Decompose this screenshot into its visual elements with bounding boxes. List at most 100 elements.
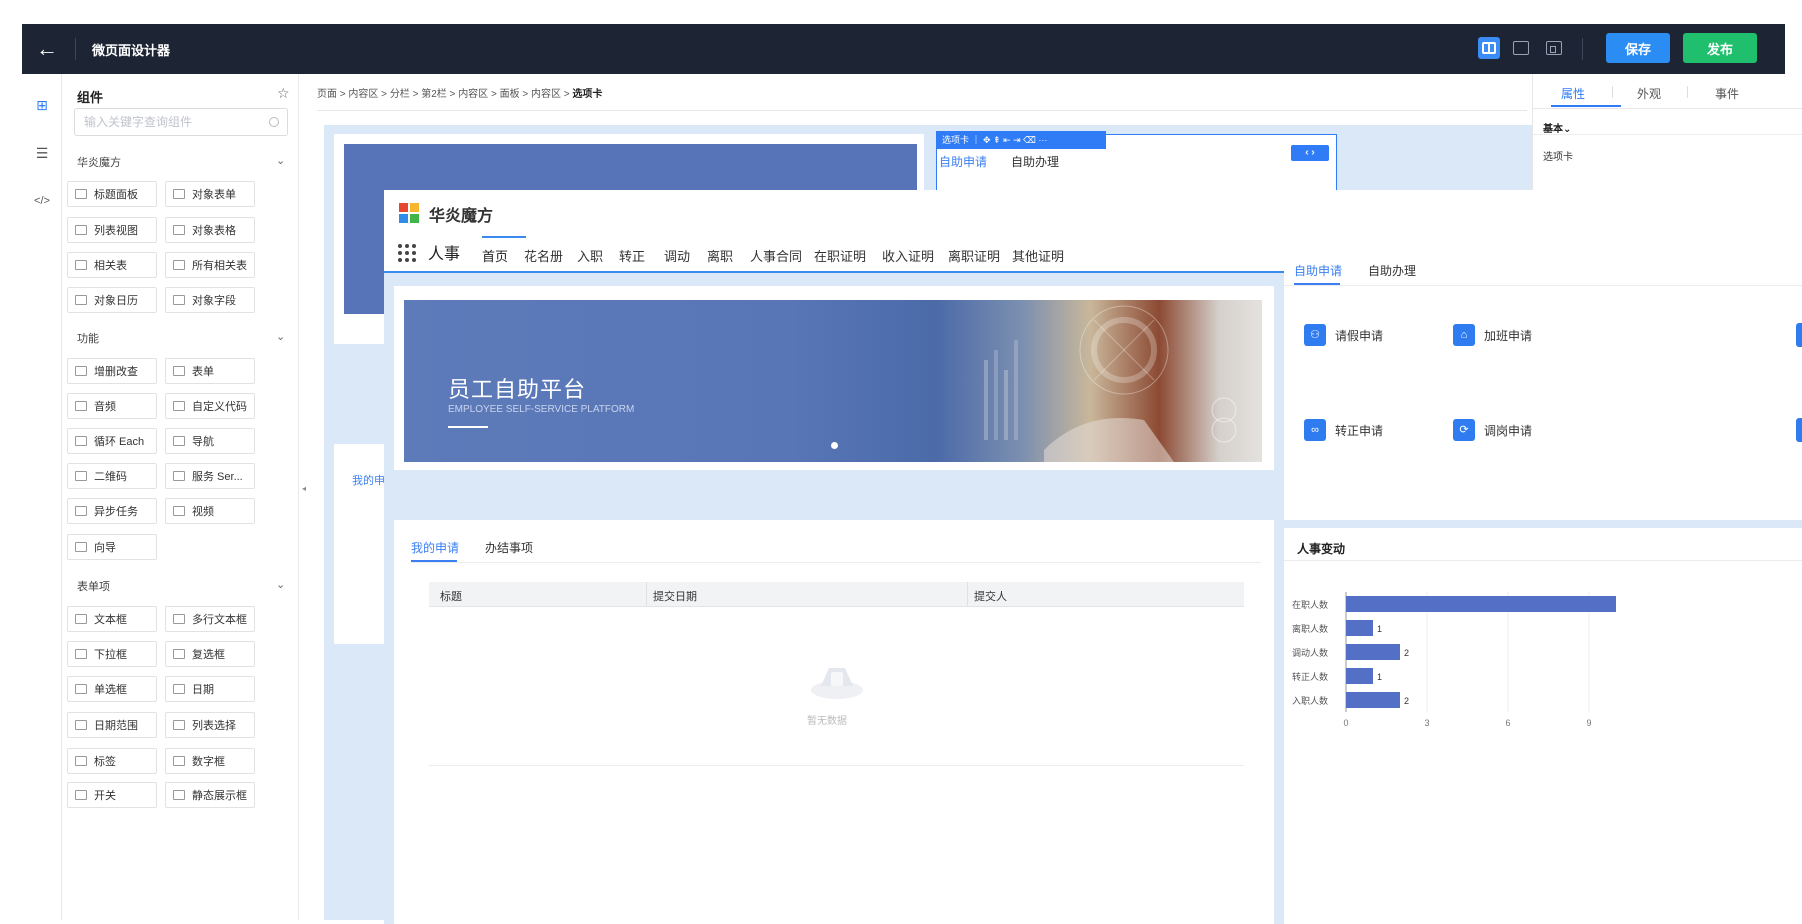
component-item[interactable]: 文本框 [67,606,157,632]
nav-item[interactable]: 人事合同 [750,246,802,265]
breadcrumb-item[interactable]: 内容区 [531,89,561,100]
search-input[interactable] [75,109,265,135]
component-item[interactable]: 标签 [67,748,157,774]
partial-item-icon[interactable] [1796,418,1802,442]
app-grid-icon[interactable] [398,244,416,262]
breadcrumb-item[interactable]: 页面 [317,89,337,100]
layout-split-icon[interactable] [1478,37,1500,59]
brand-logo-icon [399,203,419,223]
breadcrumb-item[interactable]: 选项卡 [572,89,602,100]
nav-item[interactable]: 在职证明 [814,246,866,265]
tab-self-handle[interactable]: 自助办理 [1011,153,1059,170]
chevron-down-icon[interactable]: ⌄ [276,578,285,591]
component-item[interactable]: 标题面板 [67,181,157,207]
tab-completed[interactable]: 办结事项 [485,539,533,556]
layout-mobile-icon[interactable] [1543,37,1565,59]
breadcrumb-item[interactable]: 内容区 [348,89,378,100]
breadcrumb-item[interactable]: 分栏 [390,89,410,100]
tab-self-handle[interactable]: 自助办理 [1368,262,1416,279]
nav-item[interactable]: 调动 [664,246,690,265]
pin-icon[interactable]: ☆ [277,85,290,102]
carousel-dot[interactable] [831,442,838,449]
group-title[interactable]: 表单项 [77,578,110,594]
nav-item[interactable]: 收入证明 [882,246,934,265]
breadcrumb-item[interactable]: 第2栏 [421,89,447,100]
components-icon[interactable]: ⊞ [33,96,51,114]
regular-apply-link[interactable]: ∞ 转正申请 [1304,418,1383,442]
tab-scroll-arrows[interactable]: ‹ › [1291,145,1329,161]
section-basic[interactable]: 基本⌄ [1543,120,1571,135]
component-item[interactable]: 增删改查 [67,358,157,384]
component-item[interactable]: 向导 [67,534,157,560]
layout-desktop-icon[interactable] [1510,37,1532,59]
component-item[interactable]: 异步任务 [67,498,157,524]
component-item[interactable]: 日期 [165,676,255,702]
publish-button[interactable]: 发布 [1683,33,1757,63]
component-item[interactable]: 对象表格 [165,217,255,243]
component-search[interactable] [74,108,288,136]
component-item[interactable]: 下拉框 [67,641,157,667]
nav-item[interactable]: 其他证明 [1012,246,1064,265]
component-icon [173,684,185,694]
component-item[interactable]: 所有相关表 [165,252,255,278]
component-item[interactable]: 循环 Each [67,428,157,454]
component-item[interactable]: 视频 [165,498,255,524]
component-item[interactable]: 服务 Ser... [165,463,255,489]
chevron-down-icon[interactable]: ⌄ [276,330,285,343]
component-item[interactable]: 导航 [165,428,255,454]
arrow-left-icon[interactable]: ← [36,36,58,62]
tab-appearance[interactable]: 外观 [1637,85,1661,102]
component-label: 列表选择 [192,720,236,732]
component-item[interactable]: 音频 [67,393,157,419]
column-date[interactable]: 提交日期 [653,588,697,604]
component-item[interactable]: 单选框 [67,676,157,702]
component-item[interactable]: 开关 [67,782,157,808]
banner-title: 员工自助平台 [448,377,587,402]
component-icon [75,471,87,481]
tab-events[interactable]: 事件 [1715,85,1739,102]
tab-properties[interactable]: 属性 [1561,85,1585,102]
column-submitter[interactable]: 提交人 [974,588,1007,604]
nav-item[interactable]: 入职 [577,246,603,265]
rings-icon: ∞ [1304,419,1326,441]
component-item[interactable]: 日期范围 [67,712,157,738]
component-item[interactable]: 数字框 [165,748,255,774]
breadcrumb-item[interactable]: 面板 [500,89,520,100]
outline-icon[interactable]: ☰ [33,144,51,162]
component-item[interactable]: 列表选择 [165,712,255,738]
breadcrumb-item[interactable]: 内容区 [458,89,488,100]
column-title[interactable]: 标题 [440,588,462,604]
tab-my-requests[interactable]: 我的申请 [411,539,459,556]
component-item[interactable]: 相关表 [67,252,157,278]
component-item[interactable]: 表单 [165,358,255,384]
nav-item[interactable]: 离职 [707,246,733,265]
nav-item[interactable]: 离职证明 [948,246,1000,265]
overtime-apply-link[interactable]: ⌂ 加班申请 [1453,323,1532,347]
component-item[interactable]: 列表视图 [67,217,157,243]
partial-item-icon[interactable] [1796,323,1802,347]
component-label: 导航 [192,436,214,448]
component-item[interactable]: 对象字段 [165,287,255,313]
component-item[interactable]: 静态展示框 [165,782,255,808]
component-item[interactable]: 二维码 [67,463,157,489]
nav-item[interactable]: 花名册 [524,246,563,265]
tab-self-apply[interactable]: 自助申请 [939,153,987,170]
component-item[interactable]: 对象日历 [67,287,157,313]
leave-apply-link[interactable]: ⚇ 请假申请 [1304,323,1383,347]
chevron-down-icon[interactable]: ⌄ [276,154,285,167]
transfer-apply-link[interactable]: ⟳ 调岗申请 [1453,418,1532,442]
component-item[interactable]: 对象表单 [165,181,255,207]
save-button[interactable]: 保存 [1606,33,1670,63]
group-title[interactable]: 功能 [77,330,99,346]
nav-item[interactable]: 首页 [482,246,508,265]
component-item[interactable]: 复选框 [165,641,255,667]
code-icon[interactable]: </> [33,192,51,210]
component-item[interactable]: 自定义代码 [165,393,255,419]
nav-item[interactable]: 转正 [619,246,645,265]
tab-self-apply[interactable]: 自助申请 [1294,262,1342,279]
x-tick-label: 0 [1343,718,1348,728]
component-item[interactable]: 多行文本框 [165,606,255,632]
component-toolbar[interactable]: 选项卡 ｜ ✥ ⇞ ⇤ ⇥ ⌫ ··· [936,131,1106,149]
group-title[interactable]: 华炎魔方 [77,154,121,170]
collapse-panel-handle[interactable]: ◂ [299,474,309,504]
